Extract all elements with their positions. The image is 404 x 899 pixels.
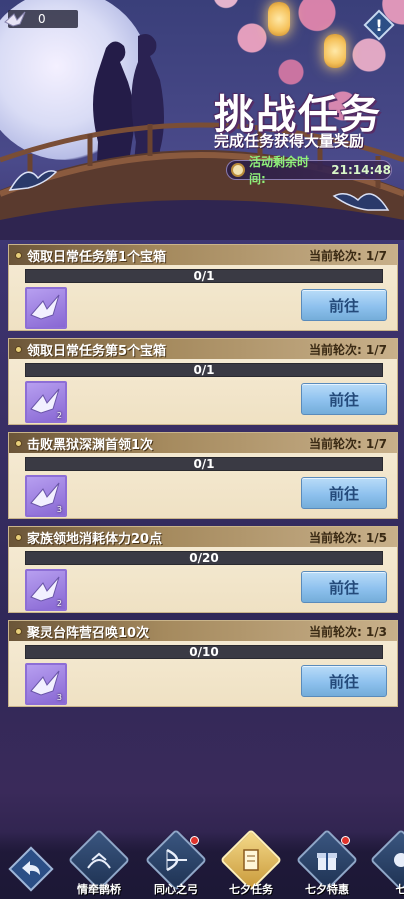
notification-badge (341, 836, 350, 845)
task-header: 家族领地消耗体力20点 当前轮次: 1/5 (9, 527, 397, 547)
task-name-wrap: 领取日常任务第5个宝箱 (15, 340, 166, 359)
event-subtitle: 完成任务获得大量奖励 (214, 132, 365, 150)
nav-tab-label: 七夕特惠 (305, 883, 349, 896)
info-button[interactable]: ! (362, 8, 396, 42)
task-header: 领取日常任务第1个宝箱 当前轮次: 1/7 (9, 245, 397, 265)
nav-tab[interactable]: 七夕特惠 (292, 828, 362, 899)
reward-count: 2 (56, 411, 62, 420)
task-round: 当前轮次: 1/5 (308, 530, 387, 545)
exclamation-icon: ! (375, 16, 382, 35)
task-card: 领取日常任务第5个宝箱 当前轮次: 1/7 0/1 2 前往 (8, 338, 398, 425)
nav-tab-label: 情牵鹊桥 (77, 883, 121, 896)
reward-count: 3 (56, 693, 62, 702)
lantern-icon (268, 2, 290, 36)
nav-tab[interactable]: 七夕任务 (216, 828, 286, 899)
task-name-wrap: 击败黑狱深渊首领1次 (15, 434, 153, 453)
nav-tab[interactable]: 同心之弓 (141, 828, 211, 899)
task-name-wrap: 聚灵台阵营召唤10次 (15, 622, 149, 641)
task-header: 聚灵台阵营召唤10次 当前轮次: 1/3 (9, 621, 397, 641)
task-round: 当前轮次: 1/3 (308, 624, 387, 639)
goto-button[interactable]: 前往 (301, 665, 387, 697)
task-card: 聚灵台阵营召唤10次 当前轮次: 1/3 0/10 3 前往 (8, 620, 398, 707)
nav-tab[interactable]: 情牵鹊桥 (64, 828, 134, 899)
task-progress-bar: 0/1 (25, 269, 383, 283)
magpie-icon (332, 193, 390, 211)
reward-count: 3 (56, 505, 62, 514)
task-header: 领取日常任务第5个宝箱 当前轮次: 1/7 (9, 339, 397, 359)
back-button[interactable] (6, 846, 56, 892)
task-progress-bar: 0/10 (25, 645, 383, 659)
task-card: 击败黑狱深渊首领1次 当前轮次: 1/7 0/1 3 前往 (8, 432, 398, 519)
currency-display: 0 (4, 10, 78, 28)
nav-tab-label: 七 (395, 883, 404, 896)
bullet-icon (15, 345, 22, 353)
reward-item[interactable]: 2 (25, 381, 67, 423)
goto-button[interactable]: 前往 (301, 477, 387, 509)
nav-tab-label: 七夕任务 (229, 883, 273, 896)
more-icon (394, 853, 404, 867)
event-screen: 挑战任务 完成任务获得大量奖励 活动剩余时间: 21:14:48 0 ! 领取日… (0, 0, 404, 899)
task-round: 当前轮次: 1/7 (308, 342, 387, 357)
bullet-icon (15, 627, 22, 635)
bottom-nav: 情牵鹊桥 同心之弓 七夕任务 七夕特惠 七 (0, 828, 404, 899)
paper-crane-icon (30, 294, 60, 320)
reward-item[interactable]: 3 (25, 475, 67, 517)
task-round: 当前轮次: 1/7 (308, 436, 387, 451)
reward-item[interactable] (25, 287, 67, 329)
task-progress-text: 0/1 (193, 457, 215, 471)
reward-count: 2 (56, 599, 62, 608)
reward-item[interactable]: 3 (25, 663, 67, 705)
bow-icon (166, 848, 187, 872)
task-name-wrap: 家族领地消耗体力20点 (15, 528, 162, 547)
task-progress-bar: 0/1 (25, 457, 383, 471)
event-timer: 活动剩余时间: 21:14:48 (226, 155, 392, 186)
task-header: 击败黑狱深渊首领1次 当前轮次: 1/7 (9, 433, 397, 453)
bullet-icon (15, 533, 22, 541)
nav-tab[interactable]: 七 (366, 828, 404, 899)
task-card: 家族领地消耗体力20点 当前轮次: 1/5 0/20 2 前往 (8, 526, 398, 613)
task-name: 聚灵台阵营召唤10次 (27, 625, 150, 641)
event-banner: 挑战任务 完成任务获得大量奖励 活动剩余时间: 21:14:48 (0, 0, 404, 240)
task-progress-text: 0/10 (189, 645, 219, 659)
nav-tab-label: 同心之弓 (154, 883, 198, 896)
task-progress-text: 0/20 (189, 551, 219, 565)
task-list: 领取日常任务第1个宝箱 当前轮次: 1/7 0/1 前往 领取日常任务第5个宝箱… (8, 244, 398, 714)
paper-crane-icon (4, 11, 26, 27)
timer-value: 21:14:48 (331, 163, 391, 177)
magpie-bridge-icon (87, 852, 111, 869)
reward-item[interactable]: 2 (25, 569, 67, 611)
goto-button[interactable]: 前往 (301, 383, 387, 415)
task-name-wrap: 领取日常任务第1个宝箱 (15, 246, 166, 265)
task-progress-text: 0/1 (193, 269, 215, 283)
task-progress-text: 0/1 (193, 363, 215, 377)
clock-icon (231, 163, 245, 177)
currency-value: 0 (38, 12, 46, 26)
goto-button[interactable]: 前往 (301, 571, 387, 603)
gift-box-icon (317, 853, 337, 870)
notification-badge (190, 836, 199, 845)
task-card: 领取日常任务第1个宝箱 当前轮次: 1/7 0/1 前往 (8, 244, 398, 331)
task-name: 领取日常任务第1个宝箱 (27, 249, 167, 265)
goto-button[interactable]: 前往 (301, 289, 387, 321)
task-name: 领取日常任务第5个宝箱 (27, 343, 167, 359)
timer-label: 活动剩余时间: (248, 155, 309, 186)
task-name: 家族领地消耗体力20点 (27, 531, 163, 547)
lantern-icon (324, 34, 346, 68)
task-name: 击败黑狱深渊首领1次 (27, 437, 154, 453)
magpie-icon (8, 170, 58, 191)
task-progress-bar: 0/1 (25, 363, 383, 377)
scroll-icon (243, 849, 259, 871)
bullet-icon (15, 251, 22, 259)
bullet-icon (15, 439, 22, 447)
task-round: 当前轮次: 1/7 (308, 248, 387, 263)
task-progress-bar: 0/20 (25, 551, 383, 565)
